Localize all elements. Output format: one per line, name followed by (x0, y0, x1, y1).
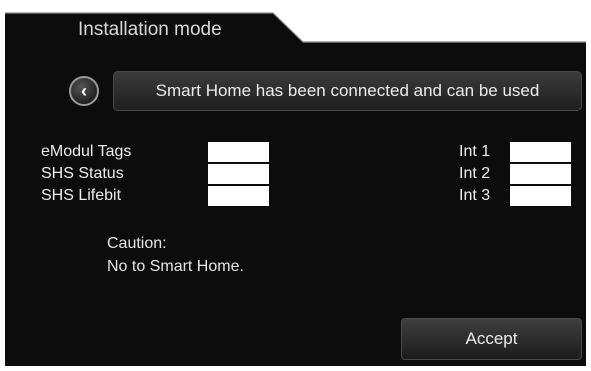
field-label-emodul-tags: eModul Tags (41, 143, 132, 160)
screen-frame: Installation mode ‹ Smart Home has been … (5, 5, 586, 366)
field-label-int-1: Int 1 (459, 143, 491, 160)
chevron-left-icon: ‹ (81, 81, 87, 101)
field-value-int-3 (510, 186, 571, 206)
page-title: Installation mode (78, 19, 222, 40)
field-label-int-3: Int 3 (459, 187, 491, 204)
accept-button-label: Accept (465, 329, 518, 348)
caution-heading: Caution: (107, 235, 167, 252)
field-label-shs-lifebit: SHS Lifebit (41, 187, 122, 204)
status-message-label: Smart Home has been connected and can be… (155, 81, 540, 100)
caution-text: No to Smart Home. (107, 258, 244, 275)
field-label-int-2: Int 2 (459, 165, 491, 182)
field-value-int-1 (510, 142, 571, 162)
field-value-shs-lifebit (208, 186, 269, 206)
field-value-shs-status (208, 164, 269, 184)
field-value-int-2 (510, 164, 571, 184)
field-value-emodul-tags (208, 142, 269, 162)
field-label-shs-status: SHS Status (41, 165, 124, 182)
status-message-button[interactable]: Smart Home has been connected and can be… (113, 71, 582, 111)
back-button[interactable]: ‹ (69, 76, 99, 106)
accept-button[interactable]: Accept (401, 318, 582, 360)
